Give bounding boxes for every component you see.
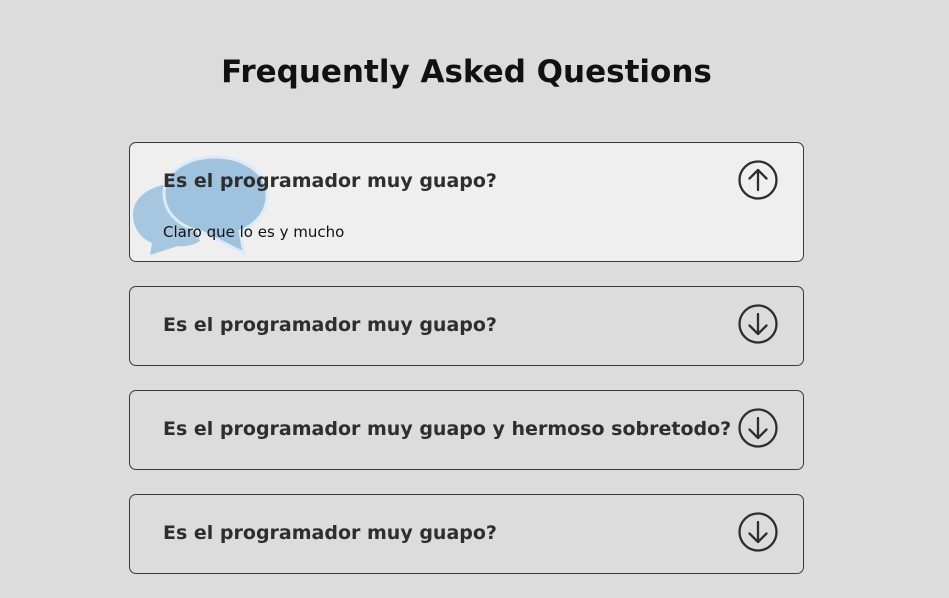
faq-answer: Claro que lo es y mucho	[163, 223, 345, 241]
faq-question: Es el programador muy guapo?	[163, 522, 497, 544]
faq-question: Es el programador muy guapo?	[163, 314, 497, 336]
expand-button[interactable]	[737, 303, 779, 345]
faq-list: Es el programador muy guapo? Claro que l…	[129, 142, 804, 598]
faq-item[interactable]: Es el programador muy guapo?	[129, 494, 804, 574]
faq-item[interactable]: Es el programador muy guapo?	[129, 286, 804, 366]
arrow-down-circle-icon	[738, 408, 778, 448]
faq-item[interactable]: Es el programador muy guapo? Claro que l…	[129, 142, 804, 262]
collapse-button[interactable]	[737, 159, 779, 201]
expand-button[interactable]	[737, 511, 779, 553]
page-title: Frequently Asked Questions	[221, 54, 712, 90]
expand-button[interactable]	[737, 407, 779, 449]
arrow-up-circle-icon	[738, 160, 778, 200]
faq-question: Es el programador muy guapo y hermoso so…	[163, 418, 732, 440]
arrow-down-circle-icon	[738, 512, 778, 552]
arrow-down-circle-icon	[738, 304, 778, 344]
faq-item[interactable]: Es el programador muy guapo y hermoso so…	[129, 390, 804, 470]
faq-question: Es el programador muy guapo?	[163, 170, 497, 192]
